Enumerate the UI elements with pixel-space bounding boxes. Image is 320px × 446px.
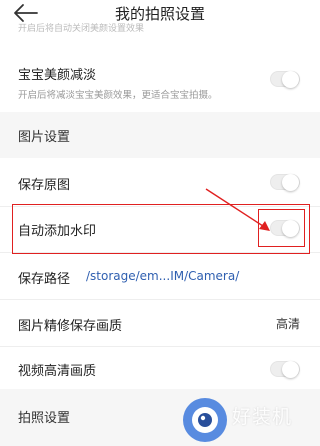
setting-label: 保存路径 [18, 272, 71, 287]
toggle-knob [282, 361, 299, 378]
watermark-text: 好装机 [232, 406, 293, 428]
setting-row-save-path[interactable]: 保存路径 /storage/em...IM/Camera/ [0, 253, 320, 299]
section-header-image-settings: 图片设置 [0, 112, 320, 158]
watermark-logo-icon [183, 398, 227, 442]
setting-row-baby-beauty[interactable]: 宝宝美颜减淡 开启后将减淡宝宝美颜效果，更适合宝宝拍摄。 [0, 42, 320, 112]
retouch-quality-value[interactable]: 高清 [276, 315, 300, 332]
save-path-value[interactable]: /storage/em...IM/Camera/ [86, 269, 239, 283]
section-label: 拍照设置 [18, 411, 71, 426]
toggle-knob [282, 71, 299, 88]
setting-label: 图片精修保存画质 [18, 319, 123, 334]
setting-label: 视频高清画质 [18, 364, 97, 379]
baby-beauty-toggle[interactable] [270, 71, 300, 88]
setting-description: 开启后将减淡宝宝美颜效果，更适合宝宝拍摄。 [18, 90, 218, 101]
highlight-box-toggle [258, 209, 305, 247]
setting-row-save-original[interactable]: 保存原图 [0, 158, 320, 206]
setting-label: 保存原图 [18, 178, 71, 193]
site-watermark: 好装机 [180, 392, 320, 446]
save-original-toggle[interactable] [270, 174, 300, 191]
setting-row-video-hd[interactable]: 视频高清画质 [0, 347, 320, 389]
clipped-description: 开启后将自动关闭美颜设置效果 [18, 24, 145, 32]
video-hd-toggle[interactable] [270, 361, 300, 378]
section-label: 图片设置 [18, 130, 71, 145]
toggle-knob [282, 174, 299, 191]
setting-label: 宝宝美颜减淡 [18, 68, 97, 83]
setting-row-retouch-quality[interactable]: 图片精修保存画质 高清 [0, 300, 320, 346]
